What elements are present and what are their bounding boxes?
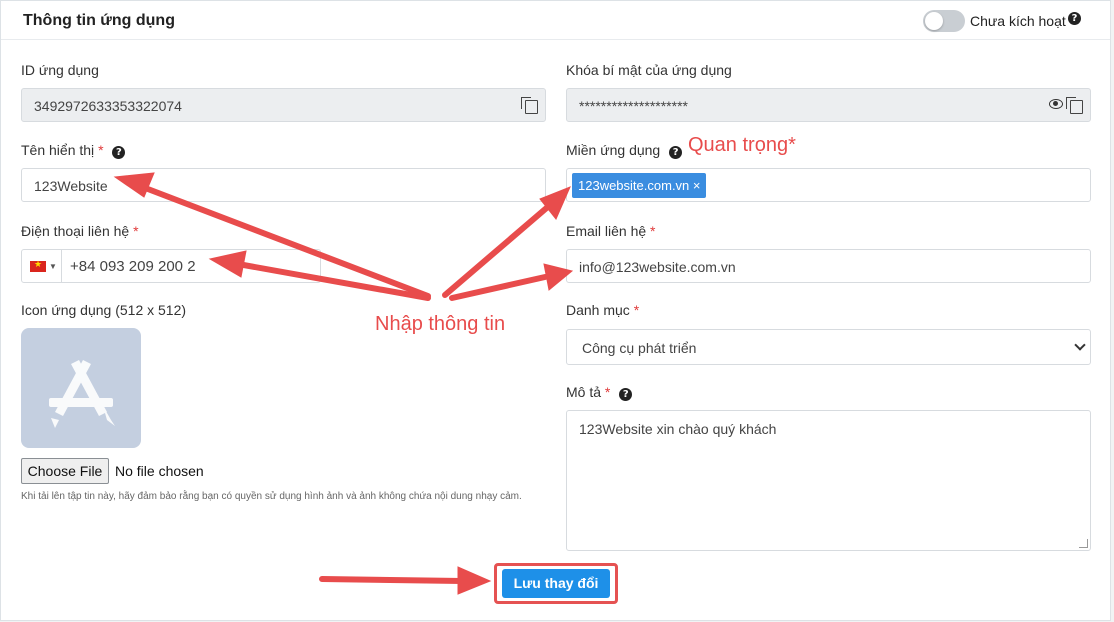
arrow-head xyxy=(208,250,247,278)
arrow-head xyxy=(457,566,492,595)
arrow-to-phone xyxy=(235,261,431,301)
arrow-head xyxy=(113,172,155,198)
arrow-head xyxy=(543,263,574,291)
arrow-to-display-name xyxy=(137,183,431,299)
arrow-to-save xyxy=(319,576,465,584)
arrow-head xyxy=(539,186,571,220)
annotation-arrows xyxy=(113,172,574,595)
